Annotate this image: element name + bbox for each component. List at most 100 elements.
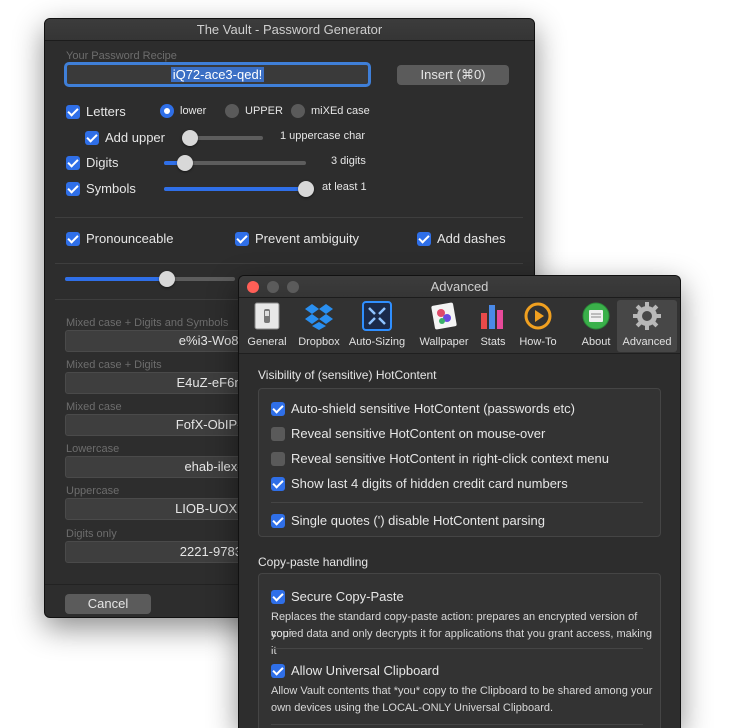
sample-label: Uppercase — [66, 485, 120, 497]
tab-label: How-To — [519, 336, 557, 348]
option-label: Auto-shield sensitive HotContent (passwo… — [291, 401, 575, 416]
prefs-toolbar: General Dropbox Auto-Sizing Wallpaper St… — [239, 298, 680, 354]
option-reveal-context-menu[interactable]: Reveal sensitive HotContent in right-cli… — [271, 451, 609, 466]
option-label: Reveal sensitive HotContent on mouse-ove… — [291, 426, 546, 441]
prefs-window-title: Advanced — [430, 279, 489, 294]
recipe-label: Your Password Recipe — [66, 50, 177, 62]
length-slider[interactable] — [65, 271, 235, 287]
divider — [55, 217, 523, 218]
sample-value: 2221-9783- — [179, 544, 247, 559]
slider-knob[interactable] — [182, 130, 198, 146]
checkbox-icon — [271, 513, 285, 528]
tab-advanced[interactable]: Advanced — [617, 300, 677, 352]
option-single-quotes[interactable]: Single quotes (') disable HotContent par… — [271, 513, 545, 528]
tab-general[interactable]: General — [241, 300, 293, 348]
prevent-ambiguity-check-icon — [235, 231, 249, 246]
checkbox-icon — [271, 663, 285, 678]
prevent-ambiguity-label: Prevent ambiguity — [255, 231, 360, 246]
tab-label: Stats — [480, 336, 506, 348]
generator-titlebar: The Vault - Password Generator — [45, 19, 534, 41]
option-label: Secure Copy-Paste — [291, 589, 404, 604]
sample-value: LIOB-UOXR- — [175, 501, 251, 516]
divider — [271, 724, 643, 725]
sample-label: Mixed case — [66, 401, 122, 413]
add-upper-checkbox[interactable]: Add upper — [85, 130, 165, 145]
close-icon[interactable] — [247, 281, 259, 293]
digits-label: Digits — [86, 155, 119, 170]
sample-value: e%i3-Wo8)- — [178, 333, 248, 348]
letters-check-icon — [66, 104, 80, 119]
letters-label: Letters — [86, 104, 126, 119]
letters-checkbox[interactable]: Letters — [66, 104, 126, 119]
slider-knob[interactable] — [159, 271, 175, 287]
option-show-last-4-digits[interactable]: Show last 4 digits of hidden credit card… — [271, 476, 568, 491]
prefs-titlebar: Advanced — [239, 276, 680, 298]
slider-knob[interactable] — [177, 155, 194, 171]
resize-arrows-icon — [360, 300, 394, 332]
tab-how-to[interactable]: How-To — [513, 300, 563, 348]
option-universal-clipboard[interactable]: Allow Universal Clipboard — [271, 663, 439, 678]
checkbox-icon — [271, 476, 285, 491]
option-reveal-mouse-over[interactable]: Reveal sensitive HotContent on mouse-ove… — [271, 426, 545, 441]
symbols-check-icon — [66, 181, 80, 196]
option-label: Single quotes (') disable HotContent par… — [291, 513, 545, 528]
symbols-checkbox[interactable]: Symbols — [66, 181, 136, 196]
digits-checkbox[interactable]: Digits — [66, 155, 119, 170]
checkbox-icon — [271, 589, 285, 604]
add-dashes-label: Add dashes — [437, 231, 506, 246]
dropbox-icon — [302, 300, 336, 332]
wallpaper-icon — [427, 300, 461, 332]
add-upper-slider[interactable] — [182, 130, 263, 146]
insert-button[interactable]: Insert (⌘0) — [397, 65, 509, 85]
option-label: Allow Universal Clipboard — [291, 663, 440, 678]
tab-about[interactable]: About — [571, 300, 621, 348]
copy-heading: Copy-paste handling — [258, 555, 369, 569]
bar-stats-icon — [476, 300, 510, 332]
option-auto-shield[interactable]: Auto-shield sensitive HotContent (passwo… — [271, 401, 575, 416]
slider-knob[interactable] — [298, 181, 314, 197]
sample-label: Lowercase — [66, 443, 120, 455]
symbols-label: Symbols — [86, 181, 136, 196]
tab-label: Wallpaper — [419, 336, 469, 348]
window-controls — [247, 281, 299, 293]
sample-label: Mixed case + Digits and Symbols — [66, 317, 229, 329]
copy-group: Secure Copy-Paste Replaces the standard … — [258, 573, 661, 728]
slider-fill — [164, 187, 306, 191]
add-upper-value: 1 uppercase char — [280, 130, 365, 142]
option-secure-copy-paste[interactable]: Secure Copy-Paste — [271, 589, 404, 604]
tab-label: Auto-Sizing — [348, 336, 406, 348]
checkbox-icon — [271, 451, 285, 466]
switch-icon — [250, 300, 284, 332]
tab-dropbox[interactable]: Dropbox — [293, 300, 345, 348]
divider — [271, 502, 643, 503]
cancel-button[interactable]: Cancel — [65, 594, 151, 614]
radio-upper[interactable]: UPPER — [225, 104, 283, 118]
digits-slider[interactable] — [164, 155, 306, 171]
symbols-slider[interactable] — [164, 181, 314, 197]
divider — [55, 263, 523, 264]
symbols-value: at least 1 — [322, 181, 367, 193]
tab-wallpaper[interactable]: Wallpaper — [415, 300, 473, 348]
zoom-icon[interactable] — [287, 281, 299, 293]
generator-window-title: The Vault - Password Generator — [196, 22, 383, 37]
universal-description-2: own devices using the LOCAL-ONLY Univers… — [271, 702, 554, 714]
password-input[interactable]: iQ72-ace3-qed! — [64, 62, 371, 87]
pronounceable-checkbox[interactable]: Pronounceable — [66, 231, 173, 246]
tab-stats[interactable]: Stats — [469, 300, 517, 348]
add-dashes-checkbox[interactable]: Add dashes — [417, 231, 506, 246]
universal-description-1: Allow Vault contents that *you* copy to … — [271, 685, 653, 697]
visibility-group: Auto-shield sensitive HotContent (passwo… — [258, 388, 661, 537]
add-upper-check-icon — [85, 130, 99, 145]
slider-fill — [65, 277, 167, 281]
radio-lower-label: lower — [180, 105, 207, 117]
sample-label: Digits only — [66, 528, 117, 540]
prevent-ambiguity-checkbox[interactable]: Prevent ambiguity — [235, 231, 359, 246]
tab-auto-sizing[interactable]: Auto-Sizing — [345, 300, 409, 348]
checkbox-icon — [271, 426, 285, 441]
option-label: Reveal sensitive HotContent in right-cli… — [291, 451, 609, 466]
radio-lower[interactable]: lower — [160, 104, 206, 118]
radio-mixed[interactable]: miXEd case — [291, 104, 370, 118]
sample-value: ehab-ilex- — [184, 459, 242, 474]
option-label: Show last 4 digits of hidden credit card… — [291, 476, 568, 491]
minimize-icon[interactable] — [267, 281, 279, 293]
